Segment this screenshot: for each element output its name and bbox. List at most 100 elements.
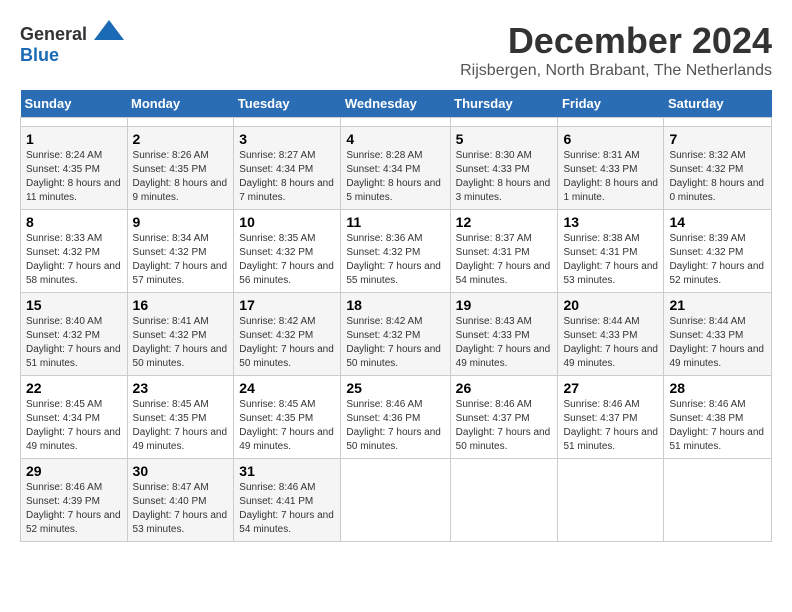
calendar-cell: 30Sunrise: 8:47 AMSunset: 4:40 PMDayligh… [127, 459, 234, 542]
day-info: Sunrise: 8:41 AMSunset: 4:32 PMDaylight:… [133, 315, 229, 371]
day-info: Sunrise: 8:32 AMSunset: 4:32 PMDaylight:… [669, 149, 766, 205]
day-info: Sunrise: 8:30 AMSunset: 4:33 PMDaylight:… [456, 149, 553, 205]
calendar-cell: 28 Sunrise: 8:46 AMSunset: 4:38 PMDayligh… [664, 376, 772, 459]
day-info: Sunrise: 8:34 AMSunset: 4:32 PMDaylight:… [133, 232, 229, 288]
month-title: December 2024 [460, 20, 772, 62]
day-number: 26 [456, 380, 553, 396]
day-number: 18 [346, 297, 444, 313]
calendar-cell: 20 Sunrise: 8:44 AMSunset: 4:33 PMDayligh… [558, 293, 664, 376]
day-number: 16 [133, 297, 229, 313]
day-number: 24 [239, 380, 335, 396]
calendar-week-0 [21, 118, 772, 127]
day-info: Sunrise: 8:35 AMSunset: 4:32 PMDaylight:… [239, 232, 335, 288]
day-number: 17 [239, 297, 335, 313]
day-info: Sunrise: 8:43 AMSunset: 4:33 PMDaylight:… [456, 315, 553, 371]
day-number: 9 [133, 214, 229, 230]
day-info: Sunrise: 8:46 AMSunset: 4:39 PMDaylight:… [26, 481, 122, 537]
calendar-header-row: SundayMondayTuesdayWednesdayThursdayFrid… [21, 90, 772, 118]
day-number: 14 [669, 214, 766, 230]
day-number: 12 [456, 214, 553, 230]
day-info: Sunrise: 8:46 AMSunset: 4:38 PMDaylight:… [669, 398, 766, 454]
calendar-week-5: 29 Sunrise: 8:46 AMSunset: 4:39 PMDayligh… [21, 459, 772, 542]
day-number: 23 [133, 380, 229, 396]
day-info: Sunrise: 8:44 AMSunset: 4:33 PMDaylight:… [669, 315, 766, 371]
day-info: Sunrise: 8:24 AMSunset: 4:35 PMDaylight:… [26, 149, 122, 205]
calendar-cell: 1Sunrise: 8:24 AMSunset: 4:35 PMDaylight… [21, 127, 128, 210]
day-info: Sunrise: 8:46 AMSunset: 4:37 PMDaylight:… [563, 398, 658, 454]
calendar-week-4: 22Sunrise: 8:45 AMSunset: 4:34 PMDayligh… [21, 376, 772, 459]
day-number: 28 [669, 380, 766, 396]
calendar-cell [234, 118, 341, 127]
day-info: Sunrise: 8:46 AMSunset: 4:41 PMDaylight:… [239, 481, 335, 537]
title-area: December 2024 Rijsbergen, North Brabant,… [460, 20, 772, 80]
calendar-cell: 27 Sunrise: 8:46 AMSunset: 4:37 PMDayligh… [558, 376, 664, 459]
calendar-week-1: 1Sunrise: 8:24 AMSunset: 4:35 PMDaylight… [21, 127, 772, 210]
day-number: 15 [26, 297, 122, 313]
calendar-cell [664, 459, 772, 542]
day-info: Sunrise: 8:46 AMSunset: 4:37 PMDaylight:… [456, 398, 553, 454]
calendar-cell: 17 Sunrise: 8:42 AMSunset: 4:32 PMDayligh… [234, 293, 341, 376]
calendar-cell: 3Sunrise: 8:27 AMSunset: 4:34 PMDaylight… [234, 127, 341, 210]
day-number: 11 [346, 214, 444, 230]
calendar-week-2: 8Sunrise: 8:33 AMSunset: 4:32 PMDaylight… [21, 210, 772, 293]
calendar-cell: 15 Sunrise: 8:40 AMSunset: 4:32 PMDayligh… [21, 293, 128, 376]
calendar-cell [450, 118, 558, 127]
header-tuesday: Tuesday [234, 90, 341, 118]
calendar-cell: 9 Sunrise: 8:34 AMSunset: 4:32 PMDaylight… [127, 210, 234, 293]
day-number: 8 [26, 214, 122, 230]
calendar-cell: 24 Sunrise: 8:45 AMSunset: 4:35 PMDayligh… [234, 376, 341, 459]
calendar-cell: 5 Sunrise: 8:30 AMSunset: 4:33 PMDaylight… [450, 127, 558, 210]
calendar-cell [558, 118, 664, 127]
day-info: Sunrise: 8:47 AMSunset: 4:40 PMDaylight:… [133, 481, 229, 537]
calendar-cell [558, 459, 664, 542]
day-number: 7 [669, 131, 766, 147]
calendar-cell: 29 Sunrise: 8:46 AMSunset: 4:39 PMDayligh… [21, 459, 128, 542]
calendar-cell: 11Sunrise: 8:36 AMSunset: 4:32 PMDayligh… [341, 210, 450, 293]
day-number: 6 [563, 131, 658, 147]
calendar-cell: 21Sunrise: 8:44 AMSunset: 4:33 PMDayligh… [664, 293, 772, 376]
day-number: 3 [239, 131, 335, 147]
calendar-cell: 18 Sunrise: 8:42 AMSunset: 4:32 PMDayligh… [341, 293, 450, 376]
day-info: Sunrise: 8:42 AMSunset: 4:32 PMDaylight:… [239, 315, 335, 371]
day-info: Sunrise: 8:28 AMSunset: 4:34 PMDaylight:… [346, 149, 444, 205]
day-number: 27 [563, 380, 658, 396]
calendar-cell: 14Sunrise: 8:39 AMSunset: 4:32 PMDayligh… [664, 210, 772, 293]
calendar-cell [450, 459, 558, 542]
day-number: 10 [239, 214, 335, 230]
day-info: Sunrise: 8:45 AMSunset: 4:35 PMDaylight:… [239, 398, 335, 454]
day-info: Sunrise: 8:26 AMSunset: 4:35 PMDaylight:… [133, 149, 229, 205]
day-info: Sunrise: 8:37 AMSunset: 4:31 PMDaylight:… [456, 232, 553, 288]
calendar-cell: 23Sunrise: 8:45 AMSunset: 4:35 PMDayligh… [127, 376, 234, 459]
logo-icon [94, 20, 124, 40]
day-info: Sunrise: 8:45 AMSunset: 4:34 PMDaylight:… [26, 398, 122, 454]
day-info: Sunrise: 8:44 AMSunset: 4:33 PMDaylight:… [563, 315, 658, 371]
day-info: Sunrise: 8:46 AMSunset: 4:36 PMDaylight:… [346, 398, 444, 454]
calendar-cell [341, 459, 450, 542]
header-thursday: Thursday [450, 90, 558, 118]
calendar-cell [127, 118, 234, 127]
header-monday: Monday [127, 90, 234, 118]
calendar-week-3: 15 Sunrise: 8:40 AMSunset: 4:32 PMDayligh… [21, 293, 772, 376]
day-number: 20 [563, 297, 658, 313]
location-title: Rijsbergen, North Brabant, The Netherlan… [460, 62, 772, 80]
day-number: 25 [346, 380, 444, 396]
header-saturday: Saturday [664, 90, 772, 118]
day-number: 4 [346, 131, 444, 147]
day-number: 5 [456, 131, 553, 147]
day-number: 31 [239, 463, 335, 479]
day-info: Sunrise: 8:40 AMSunset: 4:32 PMDaylight:… [26, 315, 122, 371]
calendar-cell: 26 Sunrise: 8:46 AMSunset: 4:37 PMDayligh… [450, 376, 558, 459]
calendar-cell: 19Sunrise: 8:43 AMSunset: 4:33 PMDayligh… [450, 293, 558, 376]
day-info: Sunrise: 8:42 AMSunset: 4:32 PMDaylight:… [346, 315, 444, 371]
calendar-cell: 10 Sunrise: 8:35 AMSunset: 4:32 PMDayligh… [234, 210, 341, 293]
day-number: 29 [26, 463, 122, 479]
day-info: Sunrise: 8:38 AMSunset: 4:31 PMDaylight:… [563, 232, 658, 288]
calendar-cell: 8Sunrise: 8:33 AMSunset: 4:32 PMDaylight… [21, 210, 128, 293]
calendar-cell [21, 118, 128, 127]
calendar-cell: 16 Sunrise: 8:41 AMSunset: 4:32 PMDayligh… [127, 293, 234, 376]
calendar-cell: 25 Sunrise: 8:46 AMSunset: 4:36 PMDayligh… [341, 376, 450, 459]
calendar-cell: 4 Sunrise: 8:28 AMSunset: 4:34 PMDaylight… [341, 127, 450, 210]
day-number: 13 [563, 214, 658, 230]
calendar-cell [664, 118, 772, 127]
page-header: General Blue December 2024 Rijsbergen, N… [20, 20, 772, 80]
